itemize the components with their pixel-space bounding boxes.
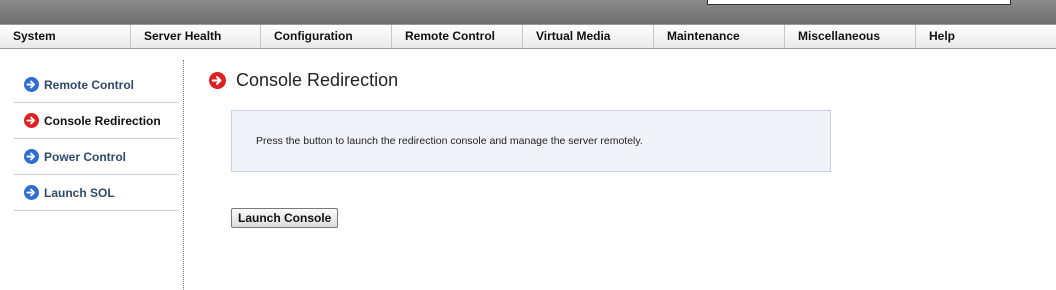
menu-remote-control[interactable]: Remote Control [392,25,523,48]
arrow-right-circle-icon [24,185,39,200]
sidebar-item-power-control[interactable]: Power Control [14,139,179,175]
sidebar-item-label: Launch SOL [44,185,115,200]
sidebar-item-label: Power Control [44,149,127,164]
sidebar-item-remote-control[interactable]: Remote Control [14,67,179,103]
menu-virtual-media[interactable]: Virtual Media [523,25,654,48]
main-menu-bar: System Server Health Configuration Remot… [0,24,1056,49]
page-title: Console Redirection [209,70,398,91]
menu-miscellaneous[interactable]: Miscellaneous [785,25,916,48]
sidebar-nav: Remote Control Console Redirection Power… [14,67,179,211]
sidebar-item-label: Console Redirection [44,113,161,128]
menu-help[interactable]: Help [916,25,1056,48]
arrow-right-circle-icon [24,149,39,164]
arrow-right-circle-icon [209,72,226,89]
menu-system[interactable]: System [0,25,131,48]
sidebar-item-console-redirection[interactable]: Console Redirection [14,103,179,139]
sidebar-item-label: Remote Control [44,77,134,92]
menu-server-health[interactable]: Server Health [131,25,261,48]
sidebar-item-launch-sol[interactable]: Launch SOL [14,175,179,211]
arrow-right-circle-icon [24,113,39,128]
sidebar-divider [183,60,184,290]
page-title-text: Console Redirection [236,70,399,90]
launch-console-button[interactable]: Launch Console [231,208,339,228]
info-message-box: Press the button to launch the redirecti… [231,110,831,172]
menu-configuration[interactable]: Configuration [261,25,392,48]
info-message-text: Press the button to launch the redirecti… [256,135,643,147]
top-header-bar [0,0,1056,24]
arrow-right-circle-icon [24,77,39,92]
header-input-box [707,0,1011,5]
menu-maintenance[interactable]: Maintenance [654,25,785,48]
